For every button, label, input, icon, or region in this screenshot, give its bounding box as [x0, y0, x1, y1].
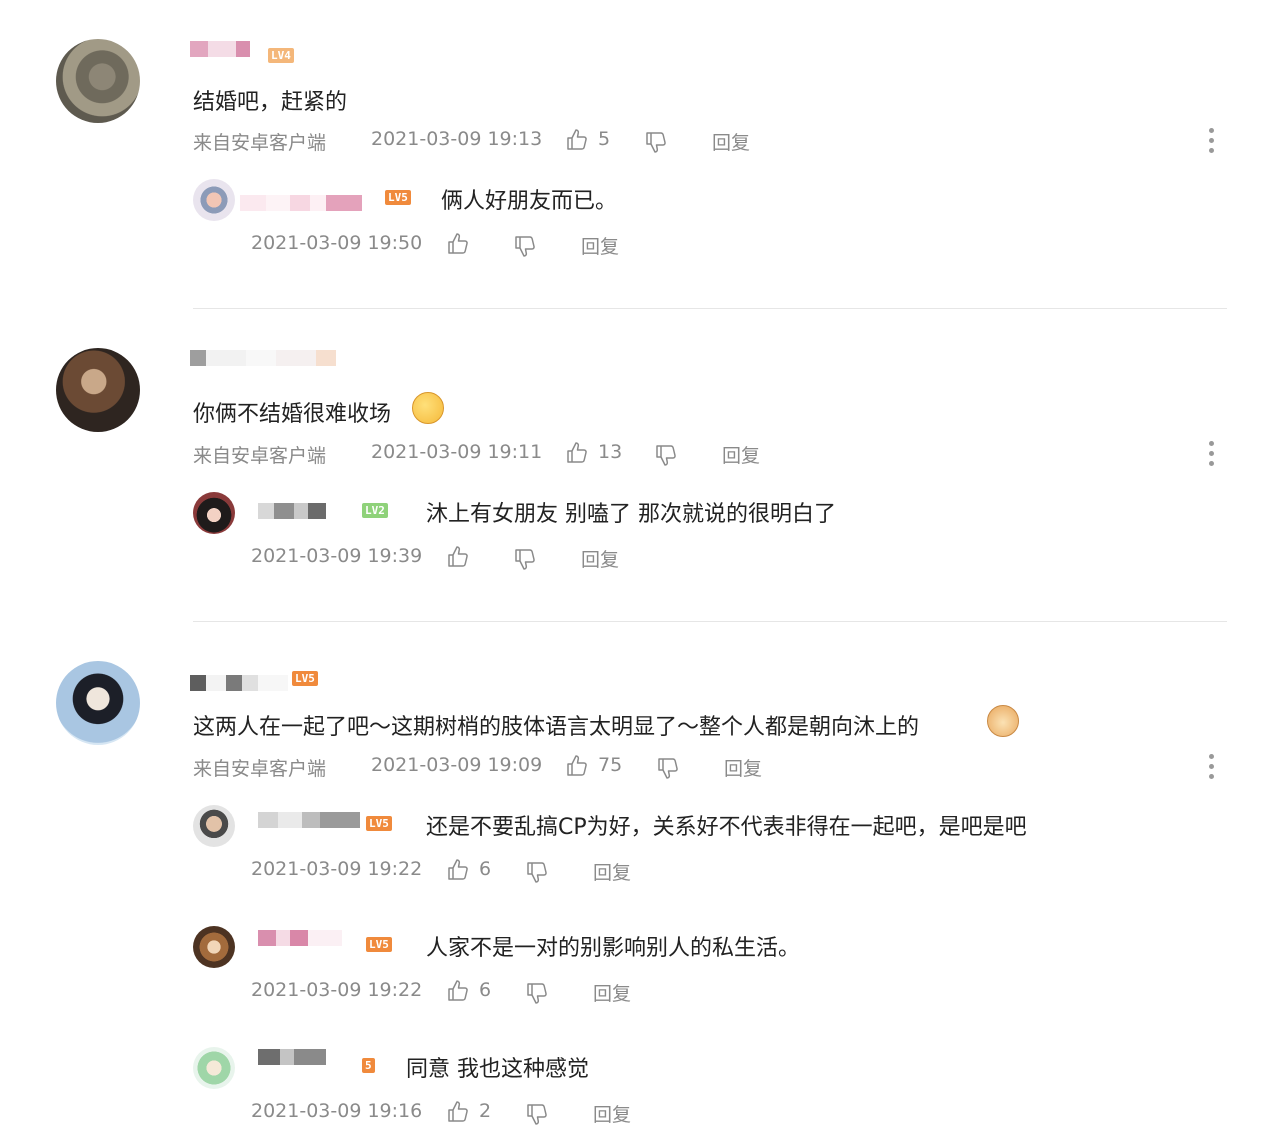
reply-button[interactable]: 回复 [722, 441, 760, 468]
reply-text: 还是不要乱搞CP为好，关系好不代表非得在一起吧，是吧是吧 [426, 815, 1027, 840]
level-badge: LV5 [385, 190, 411, 205]
divider [193, 308, 1227, 309]
comment-source: 来自安卓客户端 [193, 132, 327, 154]
reply-time: 2021-03-09 19:39 [251, 545, 423, 567]
thumbs-up-icon[interactable] [447, 232, 471, 256]
reply-button[interactable]: 回复 [724, 754, 762, 781]
username[interactable] [258, 503, 326, 519]
smirk-emoji-icon [412, 392, 444, 424]
level-badge: LV5 [366, 937, 392, 952]
thumbs-up-icon[interactable] [447, 858, 471, 882]
comment-source: 来自安卓客户端 [193, 445, 327, 467]
thumbs-up-icon[interactable] [566, 128, 590, 152]
reply-button[interactable]: 回复 [581, 545, 619, 572]
level-badge: LV5 [366, 816, 392, 831]
comment-text: 这两人在一起了吧～这期树梢的肢体语言太明显了～整个人都是朝向沐上的 [193, 715, 920, 740]
username[interactable] [258, 930, 342, 946]
reply-text: 俩人好朋友而已。 [441, 189, 618, 214]
like-count: 6 [479, 858, 492, 880]
avatar[interactable] [193, 805, 235, 847]
more-vertical-icon[interactable] [1209, 754, 1215, 779]
reply-button[interactable]: 回复 [593, 979, 631, 1006]
level-badge: LV5 [292, 671, 318, 686]
thumbs-down-icon[interactable] [526, 1102, 550, 1126]
level-badge: LV4 [268, 48, 294, 63]
doge-emoji-icon [987, 705, 1019, 737]
reply-time: 2021-03-09 19:22 [251, 979, 423, 1001]
like-count: 6 [479, 979, 492, 1001]
level-badge: LV2 [362, 503, 388, 518]
thumbs-down-icon[interactable] [514, 547, 538, 571]
reply-time: 2021-03-09 19:16 [251, 1100, 423, 1122]
username[interactable] [258, 812, 360, 828]
thumbs-up-icon[interactable] [566, 754, 590, 778]
thumbs-down-icon[interactable] [657, 756, 681, 780]
username[interactable] [190, 350, 336, 366]
like-count: 75 [598, 754, 623, 776]
reply-button[interactable]: 回复 [593, 858, 631, 885]
thumbs-up-icon[interactable] [566, 441, 590, 465]
thumbs-up-icon[interactable] [447, 545, 471, 569]
reply-text: 同意 我也这种感觉 [406, 1057, 589, 1082]
reply-text: 人家不是一对的别影响别人的私生活。 [426, 936, 801, 961]
thumbs-down-icon[interactable] [526, 860, 550, 884]
thumbs-down-icon[interactable] [655, 443, 679, 467]
thumbs-up-icon[interactable] [447, 979, 471, 1003]
thumbs-down-icon[interactable] [514, 234, 538, 258]
comment-time: 2021-03-09 19:11 [371, 441, 543, 463]
username[interactable] [190, 41, 250, 57]
thumbs-down-icon[interactable] [526, 981, 550, 1005]
comment-time: 2021-03-09 19:13 [371, 128, 543, 150]
username[interactable] [240, 195, 362, 211]
comment-text: 结婚吧，赶紧的 [193, 90, 348, 115]
comment-text: 你俩不结婚很难收场 [193, 402, 392, 427]
reply-time: 2021-03-09 19:22 [251, 858, 423, 880]
reply-time: 2021-03-09 19:50 [251, 232, 423, 254]
avatar[interactable] [193, 926, 235, 968]
reply-button[interactable]: 回复 [581, 232, 619, 259]
level-badge: 5 [362, 1058, 375, 1073]
avatar[interactable] [56, 661, 140, 745]
avatar[interactable] [56, 39, 140, 123]
like-count: 13 [598, 441, 623, 463]
username[interactable] [258, 1049, 326, 1065]
like-count: 5 [598, 128, 611, 150]
avatar[interactable] [193, 179, 235, 221]
more-vertical-icon[interactable] [1209, 441, 1215, 466]
avatar[interactable] [56, 348, 140, 432]
divider [193, 621, 1227, 622]
avatar[interactable] [193, 1047, 235, 1089]
thumbs-up-icon[interactable] [447, 1100, 471, 1124]
reply-button[interactable]: 回复 [593, 1100, 631, 1127]
avatar[interactable] [193, 492, 235, 534]
thumbs-down-icon[interactable] [645, 130, 669, 154]
more-vertical-icon[interactable] [1209, 128, 1215, 153]
username[interactable] [190, 675, 288, 691]
comment-time: 2021-03-09 19:09 [371, 754, 543, 776]
like-count: 2 [479, 1100, 492, 1122]
reply-button[interactable]: 回复 [712, 128, 750, 155]
comment-source: 来自安卓客户端 [193, 758, 327, 780]
reply-text: 沐上有女朋友 别嗑了 那次就说的很明白了 [426, 502, 836, 527]
